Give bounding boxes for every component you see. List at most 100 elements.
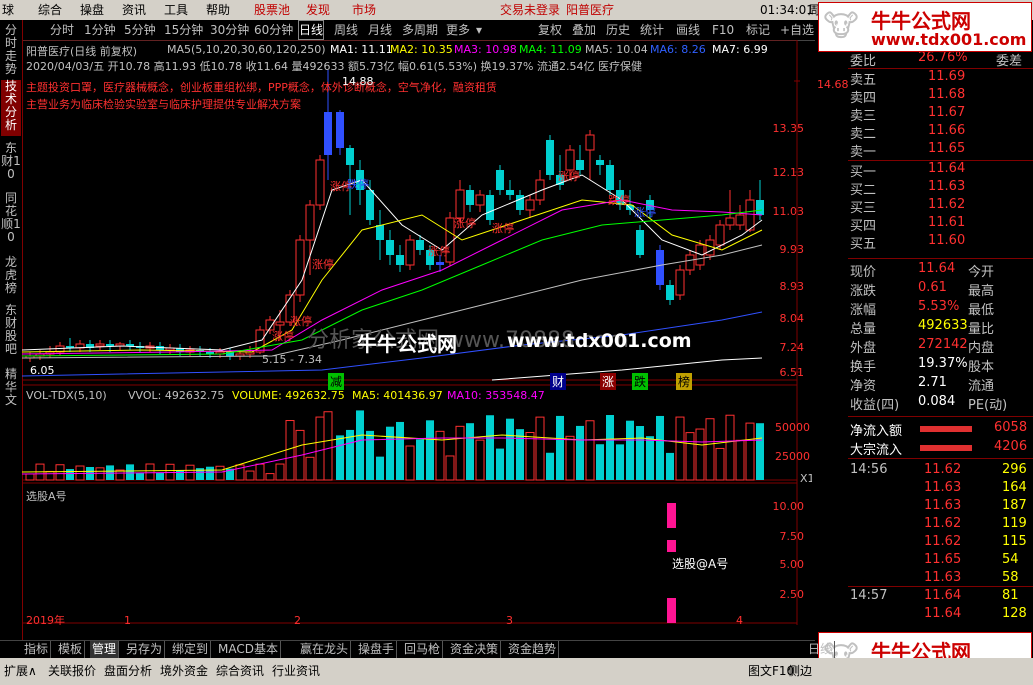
- status-tab[interactable]: 关联报价: [48, 661, 96, 681]
- menu-item-ball[interactable]: 球: [2, 0, 14, 20]
- marker-down[interactable]: 跌: [632, 373, 649, 390]
- indicator-tab[interactable]: 操盘手: [356, 641, 398, 658]
- stat-row[interactable]: 换手 19.37% 股本: [848, 356, 1033, 375]
- period-60min[interactable]: 60分钟: [254, 20, 293, 40]
- menu-item-news[interactable]: 资讯: [122, 0, 146, 20]
- volume-bar: [416, 439, 424, 480]
- login-status[interactable]: 交易未登录: [500, 0, 560, 20]
- indicator-tab[interactable]: 资金趋势: [506, 641, 560, 658]
- marker-up[interactable]: 涨: [600, 373, 617, 390]
- period-30min[interactable]: 30分钟: [210, 20, 249, 40]
- kline-chart[interactable]: 13.35 12.13 11.03 9.93 8.93 8.04 7.24 6.51 50000…: [22, 40, 849, 625]
- indicator-tab[interactable]: 管理: [90, 641, 120, 658]
- tool-f10[interactable]: F10: [712, 20, 734, 40]
- stat-row[interactable]: 涨幅 5.53% 最低: [848, 299, 1033, 318]
- flow-row[interactable]: 净流入额 6058: [848, 420, 1033, 439]
- period-weekly[interactable]: 周线: [334, 20, 358, 40]
- period-5min[interactable]: 5分钟: [124, 20, 156, 40]
- tick-row[interactable]: 11.62 119: [848, 516, 1033, 535]
- period-15min[interactable]: 15分钟: [164, 20, 203, 40]
- status-tab[interactable]: 行业资讯: [272, 661, 320, 681]
- tool-overlay[interactable]: 叠加: [572, 20, 596, 40]
- period-1min[interactable]: 1分钟: [84, 20, 116, 40]
- tool-draw[interactable]: 画线: [676, 20, 700, 40]
- ask-row[interactable]: 卖四 11.68: [848, 87, 1033, 106]
- tick-row[interactable]: 11.63 187: [848, 498, 1033, 517]
- tab-timeline[interactable]: 分时走势: [1, 24, 21, 76]
- tick-row[interactable]: 14:56 11.62 296: [848, 462, 1033, 481]
- marker-reduce[interactable]: 减: [328, 373, 345, 390]
- menu-item-trade[interactable]: 操盘: [80, 0, 104, 20]
- volume-bar: [525, 432, 535, 481]
- tool-stats[interactable]: 统计: [640, 20, 664, 40]
- status-tab[interactable]: 盘面分析: [104, 661, 152, 681]
- bid-row[interactable]: 买二 11.63: [848, 179, 1033, 198]
- ask-row[interactable]: 卖一 11.65: [848, 141, 1033, 160]
- menu-item-tools[interactable]: 工具: [164, 0, 188, 20]
- marker-dragon[interactable]: 榜: [676, 373, 693, 390]
- chevron-down-icon[interactable]: ▾: [476, 20, 482, 40]
- period-monthly[interactable]: 月线: [368, 20, 392, 40]
- stat-row[interactable]: 现价 11.64 今开: [848, 261, 1033, 280]
- stat-row[interactable]: 净资 2.71 流通: [848, 375, 1033, 394]
- indicator-tab[interactable]: 绑定到: [170, 641, 212, 658]
- tool-history[interactable]: 历史: [606, 20, 630, 40]
- status-tab[interactable]: 扩展∧: [4, 661, 37, 681]
- indicator-tab[interactable]: 指标: [22, 641, 52, 658]
- period-timeline[interactable]: 分时: [50, 20, 74, 40]
- tool-mark[interactable]: 标记: [746, 20, 770, 40]
- tool-add-favorite[interactable]: +自选: [780, 20, 814, 40]
- indicator-tab[interactable]: 模板: [56, 641, 86, 658]
- tick-row[interactable]: 11.65 54: [848, 552, 1033, 571]
- tick-row[interactable]: 11.63 164: [848, 480, 1033, 499]
- menu-item-market[interactable]: 市场: [352, 0, 376, 20]
- tick-row[interactable]: 14:57 11.64 81: [848, 588, 1033, 607]
- tool-adjust[interactable]: 复权: [538, 20, 562, 40]
- tab-guba[interactable]: 东财股吧: [1, 304, 21, 360]
- stat-value: 19.37%: [918, 356, 968, 371]
- indicator-tab[interactable]: MACD基本: [216, 641, 281, 658]
- limit-label: 涨停: [454, 216, 476, 230]
- status-tab[interactable]: 境外资金: [160, 661, 208, 681]
- tab-ths[interactable]: 同花顺10: [1, 192, 21, 252]
- sidebar-button[interactable]: 侧边: [788, 661, 812, 681]
- stat-row[interactable]: 收益(四) 0.084 PE(动): [848, 394, 1033, 413]
- indicator-tab[interactable]: 资金决策: [448, 641, 502, 658]
- marker-finance[interactable]: 财: [550, 373, 567, 390]
- tab-dragon[interactable]: 龙虎榜: [1, 256, 21, 298]
- stat-row[interactable]: 外盘 272142 内盘: [848, 337, 1033, 356]
- menu-item-overview[interactable]: 综合: [38, 0, 62, 20]
- menu-item-stockpool[interactable]: 股票池: [254, 0, 290, 20]
- ask-row[interactable]: 卖二 11.66: [848, 123, 1033, 142]
- tick-row[interactable]: 11.64 128: [848, 606, 1033, 625]
- flow-row[interactable]: 大宗流入 4206: [848, 439, 1033, 458]
- vol-ma10-value: MA10: 353548.47: [447, 389, 545, 402]
- indicator-tab[interactable]: 赢在龙头: [298, 641, 352, 658]
- bid-row[interactable]: 买三 11.62: [848, 197, 1033, 216]
- flow-bar: [920, 445, 972, 451]
- stat-row[interactable]: 总量 492633 量比: [848, 318, 1033, 337]
- tab-eastmoney[interactable]: 东财10: [1, 142, 21, 184]
- indicator-tab[interactable]: 另存为: [124, 641, 166, 658]
- bid-row[interactable]: 买一 11.64: [848, 161, 1033, 180]
- bid-row[interactable]: 买四 11.61: [848, 215, 1033, 234]
- bid-row[interactable]: 买五 11.60: [848, 233, 1033, 252]
- stat-right-label: 股本: [968, 360, 995, 375]
- status-tab[interactable]: 综合资讯: [216, 661, 264, 681]
- period-more[interactable]: 更多: [446, 20, 470, 40]
- ask-row[interactable]: 卖三 11.67: [848, 105, 1033, 124]
- tab-technical[interactable]: 技术分析: [1, 80, 21, 136]
- order-ratio-row[interactable]: 委比 26.76% 委差: [848, 50, 1033, 69]
- tab-essence[interactable]: 精华文: [1, 368, 21, 414]
- tick-row[interactable]: 11.62 115: [848, 534, 1033, 553]
- period-multi[interactable]: 多周期: [402, 20, 438, 40]
- price-tick: 7.24: [780, 341, 805, 354]
- limit-label: 涨停: [558, 169, 580, 183]
- menu-item-discover[interactable]: 发现: [306, 0, 330, 20]
- ask-row[interactable]: 卖五 11.69: [848, 69, 1033, 88]
- candle-body: [486, 195, 494, 220]
- stat-row[interactable]: 涨跌 0.61 最高: [848, 280, 1033, 299]
- menu-item-help[interactable]: 帮助: [206, 0, 230, 20]
- indicator-tab[interactable]: 回马枪: [402, 641, 444, 658]
- period-daily[interactable]: 日线: [298, 20, 325, 40]
